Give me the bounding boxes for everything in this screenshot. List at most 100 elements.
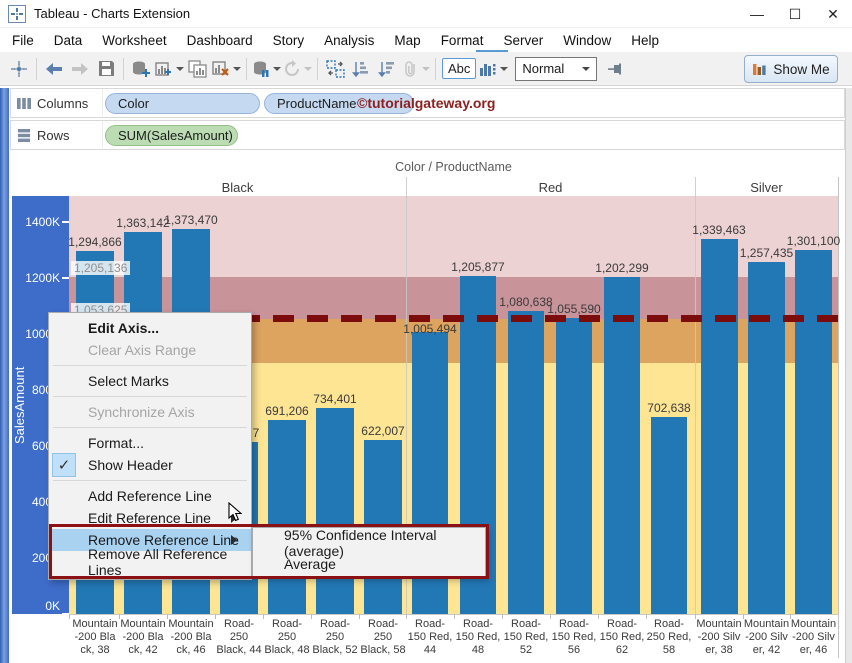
highlight-dropdown-button[interactable] — [479, 56, 508, 82]
menu-format[interactable]: Format — [431, 30, 494, 51]
save-icon[interactable] — [94, 56, 118, 82]
x-axis-category-label[interactable]: Mountain-200 Silver, 46 — [788, 618, 840, 657]
context-menu-item[interactable]: Clear Axis Range — [49, 339, 251, 361]
redo-button[interactable] — [68, 56, 92, 82]
x-axis-category-label[interactable]: Road-150 Red,56 — [548, 618, 600, 657]
rows-shelf[interactable]: Rows SUM(SalesAmount) — [10, 120, 845, 150]
x-axis-baseline — [69, 614, 838, 615]
x-axis-category-label[interactable]: Mountain-200 Black, 42 — [117, 618, 169, 657]
reference-band-edge-label: 1,205,136 — [71, 261, 130, 275]
x-label-line: Black, 44 — [213, 644, 265, 657]
bar[interactable] — [316, 408, 354, 614]
show-mark-labels-button[interactable]: Abc — [442, 58, 476, 79]
x-label-line: Road- — [309, 618, 361, 631]
bar[interactable] — [604, 277, 640, 614]
menu-worksheet[interactable]: Worksheet — [92, 30, 176, 51]
pause-updates-button[interactable] — [252, 56, 281, 82]
pane-header-black[interactable]: Black — [69, 180, 406, 195]
pause-updates-dropdown-caret[interactable] — [273, 67, 281, 71]
context-menu-item-label: Select Marks — [88, 373, 169, 389]
menu-story[interactable]: Story — [263, 30, 315, 51]
x-label-line: Mountain — [117, 618, 169, 631]
context-menu-item[interactable]: Select Marks — [49, 370, 251, 392]
refresh-button[interactable] — [283, 56, 312, 82]
context-menu-item[interactable]: Synchronize Axis — [49, 401, 251, 423]
context-menu-item-label: Format... — [88, 435, 144, 451]
menu-analysis[interactable]: Analysis — [314, 30, 384, 51]
menu-dashboard[interactable]: Dashboard — [177, 30, 263, 51]
x-label-line: 150 Red, — [404, 631, 456, 644]
left-panel-strip[interactable] — [0, 88, 9, 663]
x-axis-category-label[interactable]: Road-150 Red,48 — [452, 618, 504, 657]
x-label-line: Mountain — [741, 618, 793, 631]
new-worksheet-button[interactable] — [155, 56, 184, 82]
window-title: Tableau - Charts Extension — [34, 6, 190, 21]
bar[interactable] — [701, 239, 738, 614]
new-worksheet-dropdown-caret[interactable] — [176, 67, 184, 71]
context-menu-item[interactable]: Format... — [49, 432, 251, 454]
x-axis-category-label[interactable]: Road-250Black, 58 — [357, 618, 409, 657]
bar[interactable] — [268, 420, 306, 614]
x-axis-category-label[interactable]: Road-150 Red,44 — [404, 618, 456, 657]
x-axis-category-label[interactable]: Road-250Black, 48 — [261, 618, 313, 657]
context-menu-item-label: Show Header — [88, 457, 173, 473]
x-label-line: 150 Red, — [548, 631, 600, 644]
x-label-line: Mountain — [69, 618, 121, 631]
duplicate-sheet-icon[interactable] — [186, 56, 210, 82]
x-label-line: er, 38 — [693, 644, 745, 657]
close-button[interactable]: ✕ — [814, 0, 852, 28]
x-label-line: 250 — [309, 631, 361, 644]
pill-sum-salesamount[interactable]: SUM(SalesAmount) — [105, 125, 238, 146]
x-axis-category-label[interactable]: Road-150 Red,52 — [500, 618, 552, 657]
chart-field-labels[interactable]: Color / ProductName — [200, 160, 707, 174]
menu-help[interactable]: Help — [621, 30, 669, 51]
context-menu-item[interactable]: ✓Show Header — [49, 454, 251, 476]
maximize-button[interactable]: ☐ — [776, 0, 814, 28]
clear-sheet-dropdown-caret[interactable] — [233, 67, 241, 71]
bar[interactable] — [556, 318, 592, 614]
pill-color[interactable]: Color — [105, 93, 260, 114]
x-axis-category-label[interactable]: Road-250 Red,58 — [643, 618, 695, 657]
context-menu-separator — [49, 392, 251, 401]
x-label-line: er, 46 — [788, 644, 840, 657]
x-axis-category-label[interactable]: Road-250Black, 52 — [309, 618, 361, 657]
menu-file[interactable]: File — [2, 30, 44, 51]
minimize-button[interactable]: — — [738, 0, 776, 28]
x-label-line: ck, 46 — [165, 644, 217, 657]
sort-descending-button[interactable] — [375, 56, 399, 82]
highlight-dropdown-caret[interactable] — [500, 67, 508, 71]
new-datasource-icon[interactable] — [129, 56, 153, 82]
context-menu-item[interactable]: Add Reference Line — [49, 485, 251, 507]
tableau-logo-icon[interactable] — [7, 56, 31, 82]
x-axis-category-label[interactable]: Mountain-200 Black, 38 — [69, 618, 121, 657]
menu-window[interactable]: Window — [553, 30, 621, 51]
rows-shelf-label-zone: Rows — [11, 121, 103, 149]
bar[interactable] — [508, 311, 544, 614]
swap-rows-columns-button[interactable] — [323, 56, 347, 82]
bar[interactable] — [748, 262, 785, 614]
x-axis-category-label[interactable]: Mountain-200 Silver, 38 — [693, 618, 745, 657]
rows-shelf-label: Rows — [37, 128, 70, 143]
x-axis-category-label[interactable]: Road-250Black, 44 — [213, 618, 265, 657]
bar[interactable] — [651, 417, 687, 614]
menu-server[interactable]: Server — [493, 30, 553, 51]
context-menu-item[interactable]: Edit Axis... — [49, 317, 251, 339]
menu-data[interactable]: Data — [44, 30, 93, 51]
fit-dropdown[interactable]: Normal — [515, 57, 597, 81]
show-me-button[interactable]: Show Me — [744, 55, 838, 83]
x-axis-category-label[interactable]: Road-150 Red,62 — [596, 618, 648, 657]
pane-header-red[interactable]: Red — [406, 180, 695, 195]
fix-axes-pin-icon[interactable] — [604, 56, 628, 82]
x-axis-category-label[interactable]: Mountain-200 Black, 46 — [165, 618, 217, 657]
context-menu-separator — [49, 476, 251, 485]
pane-header-silver[interactable]: Silver — [695, 180, 838, 195]
undo-button[interactable] — [42, 56, 66, 82]
x-label-line: -200 Bla — [165, 631, 217, 644]
bar[interactable] — [795, 250, 832, 614]
clear-sheet-button[interactable] — [212, 56, 241, 82]
x-axis-category-label[interactable]: Mountain-200 Silver, 42 — [741, 618, 793, 657]
fit-dropdown-caret — [582, 67, 590, 71]
sort-ascending-button[interactable] — [349, 56, 373, 82]
columns-shelf[interactable]: Columns ColorProductName ©tutorialgatewa… — [10, 88, 845, 118]
menu-map[interactable]: Map — [384, 30, 430, 51]
